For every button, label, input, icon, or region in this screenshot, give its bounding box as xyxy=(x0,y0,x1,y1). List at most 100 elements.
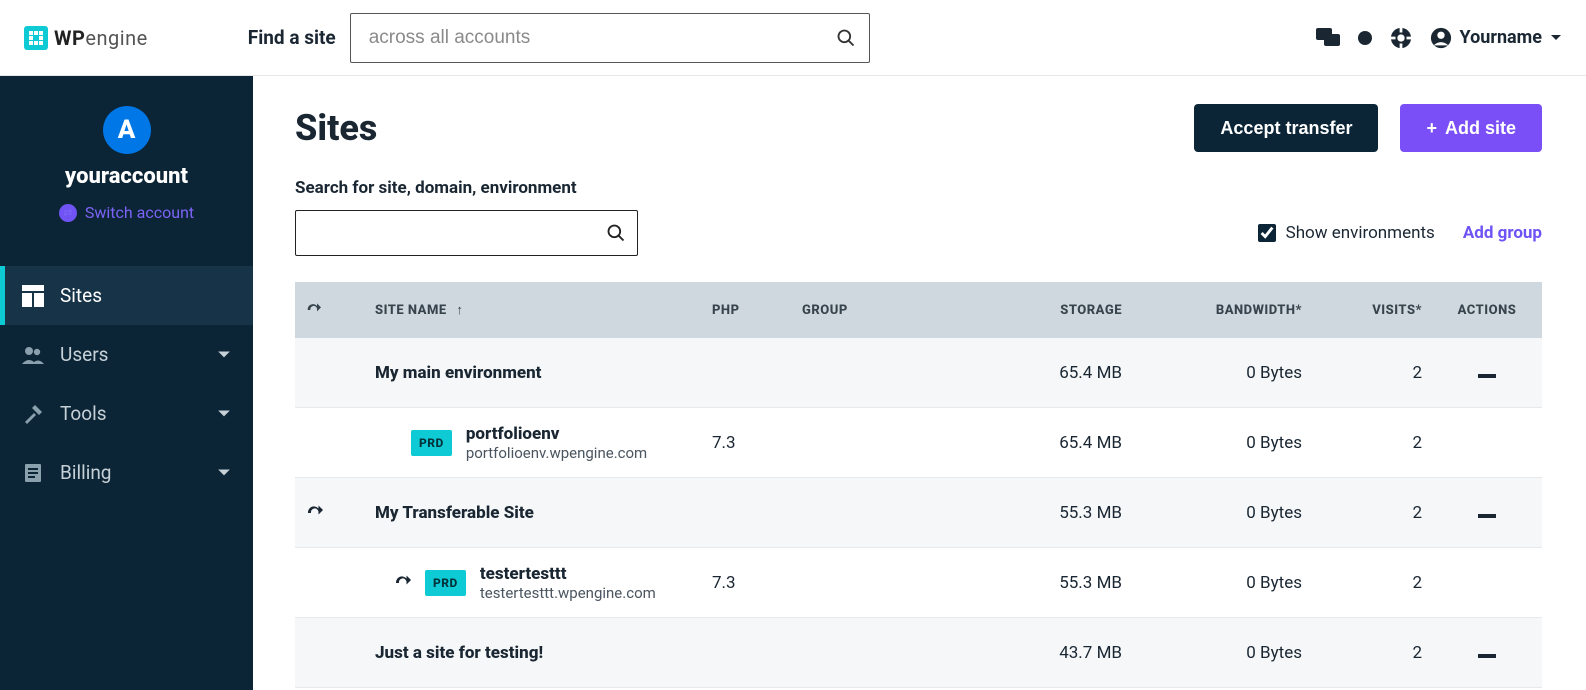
cell-actions xyxy=(1432,503,1542,523)
cell-storage: 55.3 MB xyxy=(952,503,1132,523)
show-environments-toggle[interactable]: Show environments xyxy=(1258,223,1435,243)
sidebar-item-label: Sites xyxy=(60,284,102,307)
sidebar-nav: Sites Users Tools Billing xyxy=(0,266,253,502)
topbar-right: Yourname xyxy=(1316,27,1562,49)
add-group-link[interactable]: Add group xyxy=(1463,223,1542,243)
find-site-label: Find a site xyxy=(248,26,336,49)
sites-icon xyxy=(22,285,44,307)
col-actions: ACTIONS xyxy=(1432,303,1542,318)
cell-storage: 65.4 MB xyxy=(952,433,1132,453)
cell-php: 7.3 xyxy=(702,433,792,453)
sidebar-item-label: Users xyxy=(60,343,108,366)
cell-storage: 55.3 MB xyxy=(952,573,1132,593)
sidebar-item-label: Tools xyxy=(60,402,107,425)
env-name[interactable]: portfolioenv xyxy=(466,424,647,444)
cell-visits: 2 xyxy=(1312,503,1432,523)
col-group[interactable]: GROUP xyxy=(792,303,952,318)
site-name[interactable]: My Transferable Site xyxy=(375,503,534,523)
table-row[interactable]: PRD testertesttttestertesttt.wpengine.com… xyxy=(295,548,1542,618)
cell-site-name: My Transferable Site xyxy=(365,503,702,523)
chevron-down-icon xyxy=(217,348,231,362)
global-search-input[interactable] xyxy=(350,13,870,63)
sidebar-item-tools[interactable]: Tools xyxy=(0,384,253,443)
plus-icon: + xyxy=(1426,118,1437,139)
cell-bandwidth: 0 Bytes xyxy=(1132,433,1312,453)
brand-logo[interactable]: WPengine xyxy=(24,26,148,50)
col-transfer[interactable] xyxy=(295,302,365,318)
notification-dot-icon[interactable] xyxy=(1358,31,1372,45)
cell-bandwidth: 0 Bytes xyxy=(1132,573,1312,593)
billing-icon xyxy=(22,462,44,484)
sites-table: SITE NAME ↑ PHP GROUP STORAGE BANDWIDTH*… xyxy=(295,282,1542,688)
env-name[interactable]: testertesttt xyxy=(480,564,656,584)
account-block: A youraccount ⇄ Switch account xyxy=(0,96,253,244)
add-site-button[interactable]: + Add site xyxy=(1400,104,1542,152)
cell-bandwidth: 0 Bytes xyxy=(1132,363,1312,383)
help-icon[interactable] xyxy=(1390,27,1412,49)
col-bandwidth[interactable]: BANDWIDTH* xyxy=(1132,303,1312,318)
sidebar-item-users[interactable]: Users xyxy=(0,325,253,384)
transfer-icon xyxy=(305,504,355,522)
sidebar: A youraccount ⇄ Switch account Sites Use… xyxy=(0,76,253,690)
page-header: Sites Accept transfer + Add site xyxy=(295,104,1542,152)
table-row[interactable]: Just a site for testing! 43.7 MB0 Bytes2 xyxy=(295,618,1542,688)
env-url[interactable]: testertesttt.wpengine.com xyxy=(480,584,656,602)
sidebar-item-label: Billing xyxy=(60,461,111,484)
cell-visits: 2 xyxy=(1312,433,1432,453)
sidebar-item-billing[interactable]: Billing xyxy=(0,443,253,502)
site-name[interactable]: Just a site for testing! xyxy=(375,643,543,663)
brand-text: WPengine xyxy=(54,26,148,50)
cell-visits: 2 xyxy=(1312,643,1432,663)
table-row[interactable]: PRDportfolioenvportfolioenv.wpengine.com… xyxy=(295,408,1542,478)
collapse-icon[interactable] xyxy=(1478,654,1496,658)
chat-icon[interactable] xyxy=(1316,28,1340,48)
sort-asc-icon: ↑ xyxy=(456,303,463,318)
env-url[interactable]: portfolioenv.wpengine.com xyxy=(466,444,647,462)
sidebar-item-sites[interactable]: Sites xyxy=(0,266,253,325)
cell-actions xyxy=(1432,363,1542,383)
show-environments-checkbox[interactable] xyxy=(1258,224,1276,242)
page-title: Sites xyxy=(295,107,377,149)
collapse-icon[interactable] xyxy=(1478,374,1496,378)
chevron-down-icon xyxy=(1550,32,1562,44)
col-php[interactable]: PHP xyxy=(702,303,792,318)
site-search-input[interactable] xyxy=(295,210,638,256)
tools-icon xyxy=(22,403,44,425)
search-icon[interactable] xyxy=(836,28,856,48)
transfer-icon xyxy=(305,302,321,318)
wpengine-icon xyxy=(24,26,48,50)
transfer-icon xyxy=(393,574,411,592)
cell-storage: 43.7 MB xyxy=(952,643,1132,663)
page-controls: Show environments Add group xyxy=(295,210,1542,256)
col-visits[interactable]: VISITS* xyxy=(1312,303,1432,318)
table-row[interactable]: My main environment 65.4 MB0 Bytes2 xyxy=(295,338,1542,408)
user-menu[interactable]: Yourname xyxy=(1430,27,1562,49)
cell-visits: 2 xyxy=(1312,363,1432,383)
cell-bandwidth: 0 Bytes xyxy=(1132,503,1312,523)
account-avatar[interactable]: A xyxy=(103,106,151,154)
site-search-label: Search for site, domain, environment xyxy=(295,178,1542,198)
cell-site-name: My main environment xyxy=(365,363,702,383)
col-storage[interactable]: STORAGE xyxy=(952,303,1132,318)
col-site-name[interactable]: SITE NAME ↑ xyxy=(365,302,702,318)
global-search xyxy=(350,13,870,63)
cell-storage: 65.4 MB xyxy=(952,363,1132,383)
chevron-down-icon xyxy=(217,466,231,480)
users-icon xyxy=(22,344,44,366)
accept-transfer-button[interactable]: Accept transfer xyxy=(1194,104,1378,152)
collapse-icon[interactable] xyxy=(1478,514,1496,518)
switch-icon: ⇄ xyxy=(59,204,77,222)
env-badge: PRD xyxy=(425,570,466,596)
site-name[interactable]: My main environment xyxy=(375,363,541,383)
search-icon[interactable] xyxy=(606,223,626,243)
cell-transfer xyxy=(295,504,365,522)
switch-account-link[interactable]: ⇄ Switch account xyxy=(59,203,194,222)
topbar: WPengine Find a site Yourname xyxy=(0,0,1586,76)
table-row[interactable]: My Transferable Site 55.3 MB0 Bytes2 xyxy=(295,478,1542,548)
cell-bandwidth: 0 Bytes xyxy=(1132,643,1312,663)
table-body: My main environment65.4 MB0 Bytes2PRDpor… xyxy=(295,338,1542,688)
username-label: Yourname xyxy=(1460,27,1542,48)
cell-actions xyxy=(1432,643,1542,663)
cell-visits: 2 xyxy=(1312,573,1432,593)
cell-env: PRDportfolioenvportfolioenv.wpengine.com xyxy=(365,424,702,462)
